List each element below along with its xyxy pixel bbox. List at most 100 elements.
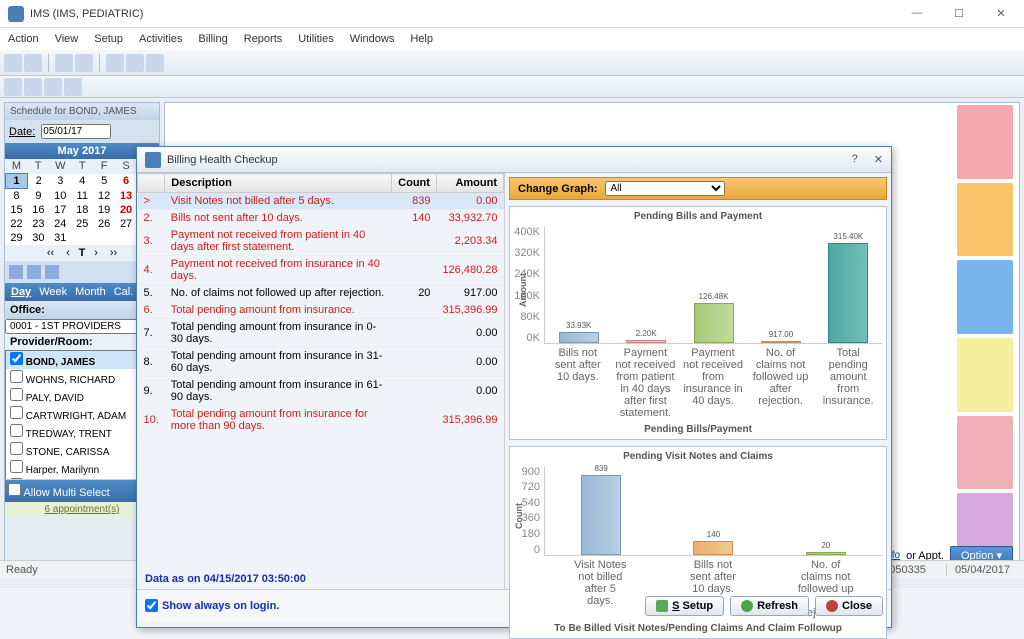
tab-day[interactable]: Day — [9, 286, 33, 298]
table-row[interactable]: 10.Total pending amount from insurance f… — [138, 406, 504, 435]
close-icon — [826, 600, 838, 612]
data-date: Data as on 04/15/2017 03:50:00 — [137, 569, 504, 589]
nav-next-icon[interactable] — [44, 78, 62, 96]
calendar-day[interactable]: 17 — [49, 203, 71, 217]
menu-windows[interactable]: Windows — [350, 33, 395, 45]
calendar-day[interactable]: 6 — [115, 174, 137, 189]
nav-toolbar — [0, 76, 1024, 98]
change-graph-select[interactable]: All — [605, 181, 725, 196]
modal-help-button[interactable]: ? — [852, 153, 858, 166]
calendar-day[interactable]: 29 — [6, 231, 28, 245]
show-always-checkbox[interactable]: Show always on login. — [145, 599, 639, 612]
tab-cal[interactable]: Cal. — [112, 286, 136, 298]
date-input[interactable] — [41, 124, 111, 139]
calendar-day[interactable]: 9 — [27, 189, 49, 204]
calendar-day[interactable]: 22 — [6, 217, 28, 231]
calendar-day[interactable]: 5 — [93, 174, 115, 189]
billing-health-modal: Billing Health Checkup ? ✕ DescriptionCo… — [136, 146, 892, 628]
calendar-day[interactable]: 19 — [93, 203, 115, 217]
calendar-day[interactable]: 31 — [49, 231, 71, 245]
status-date: 05/04/2017 — [946, 564, 1018, 576]
nav-first-icon[interactable] — [4, 78, 22, 96]
menu-setup[interactable]: Setup — [94, 33, 123, 45]
table-row[interactable]: 9.Total pending amount from insurance in… — [138, 377, 504, 406]
schedule-slot[interactable] — [957, 105, 1013, 179]
date-label: Date: — [9, 126, 35, 138]
calendar-day[interactable]: 3 — [49, 174, 71, 189]
calendar-day[interactable]: 13 — [115, 189, 137, 204]
billing-table: DescriptionCountAmount> Visit Notes not … — [137, 173, 504, 569]
calendar-day[interactable]: 20 — [115, 203, 137, 217]
app-icon — [8, 6, 24, 22]
calendar-day[interactable]: 10 — [49, 189, 71, 204]
window-titlebar: IMS (IMS, PEDIATRIC) — ☐ ✕ — [0, 0, 1024, 28]
menu-view[interactable]: View — [55, 33, 79, 45]
table-row[interactable]: 2.Bills not sent after 10 days.14033,932… — [138, 210, 504, 227]
table-row[interactable]: 5.No. of claims not followed up after re… — [138, 285, 504, 302]
calendar-day[interactable]: 4 — [71, 174, 93, 189]
change-graph-label: Change Graph: — [518, 183, 597, 195]
calendar-day[interactable]: 26 — [93, 217, 115, 231]
calendar-day[interactable]: 11 — [71, 189, 93, 204]
menu-billing[interactable]: Billing — [198, 33, 227, 45]
calendar-day[interactable]: 12 — [93, 189, 115, 204]
setup-button[interactable]: SSetup — [645, 596, 724, 616]
calendar-day[interactable]: 2 — [27, 174, 49, 189]
toolbar-icon[interactable] — [24, 54, 42, 72]
calendar-day[interactable]: 15 — [6, 203, 28, 217]
calendar-day[interactable]: 16 — [27, 203, 49, 217]
table-row[interactable]: > Visit Notes not billed after 5 days.83… — [138, 193, 504, 210]
menu-utilities[interactable]: Utilities — [298, 33, 333, 45]
menubar: Action View Setup Activities Billing Rep… — [0, 28, 1024, 50]
table-row[interactable]: 8.Total pending amount from insurance in… — [138, 348, 504, 377]
menu-help[interactable]: Help — [410, 33, 433, 45]
calendar-day[interactable]: 1 — [6, 174, 28, 189]
maximize-button[interactable]: ☐ — [944, 7, 974, 20]
menu-reports[interactable]: Reports — [244, 33, 283, 45]
tab-month[interactable]: Month — [73, 286, 108, 298]
tab-week[interactable]: Week — [37, 286, 69, 298]
toolbar-icon[interactable] — [4, 54, 22, 72]
schedule-slot[interactable] — [957, 416, 1013, 490]
calendar-day[interactable]: 18 — [71, 203, 93, 217]
toolbar-icon[interactable] — [126, 54, 144, 72]
status-ready: Ready — [6, 564, 38, 576]
close-window-button[interactable]: ✕ — [986, 7, 1016, 20]
view-icon[interactable] — [45, 265, 59, 279]
main-toolbar — [0, 50, 1024, 76]
modal-icon — [145, 152, 161, 168]
refresh-button[interactable]: Refresh — [730, 596, 809, 616]
calendar-day[interactable]: 30 — [27, 231, 49, 245]
pending-bills-chart: Pending Bills and Payment Amount 400K320… — [509, 206, 887, 440]
menu-action[interactable]: Action — [8, 33, 39, 45]
schedule-slot[interactable] — [957, 183, 1013, 257]
toolbar-icon[interactable] — [75, 54, 93, 72]
calendar-day[interactable]: 24 — [49, 217, 71, 231]
allow-multi-select[interactable]: Allow Multi Select — [8, 487, 110, 499]
calendar-day[interactable]: 25 — [71, 217, 93, 231]
table-row[interactable]: 3.Payment not received from patient in 4… — [138, 227, 504, 256]
table-row[interactable]: 4.Payment not received from insurance in… — [138, 256, 504, 285]
minimize-button[interactable]: — — [902, 7, 932, 20]
zoom-in-icon[interactable] — [27, 265, 41, 279]
calendar-day[interactable]: 27 — [115, 217, 137, 231]
toolbar-icon[interactable] — [146, 54, 164, 72]
calendar-day[interactable]: 8 — [6, 189, 28, 204]
app-title: IMS (IMS, PEDIATRIC) — [30, 8, 902, 20]
close-button[interactable]: Close — [815, 596, 883, 616]
schedule-slot[interactable] — [957, 338, 1013, 412]
nav-prev-icon[interactable] — [24, 78, 42, 96]
nav-last-icon[interactable] — [64, 78, 82, 96]
toolbar-icon[interactable] — [55, 54, 73, 72]
modal-close-button[interactable]: ✕ — [874, 153, 883, 166]
modal-title: Billing Health Checkup — [167, 154, 852, 166]
zoom-out-icon[interactable] — [9, 265, 23, 279]
schedule-slot[interactable] — [957, 260, 1013, 334]
table-row[interactable]: 6.Total pending amount from insurance.31… — [138, 302, 504, 319]
gear-icon — [656, 600, 668, 612]
table-row[interactable]: 7.Total pending amount from insurance in… — [138, 319, 504, 348]
schedule-header: Schedule for BOND, JAMES — [5, 103, 159, 120]
calendar-day[interactable]: 23 — [27, 217, 49, 231]
menu-activities[interactable]: Activities — [139, 33, 182, 45]
toolbar-icon[interactable] — [106, 54, 124, 72]
